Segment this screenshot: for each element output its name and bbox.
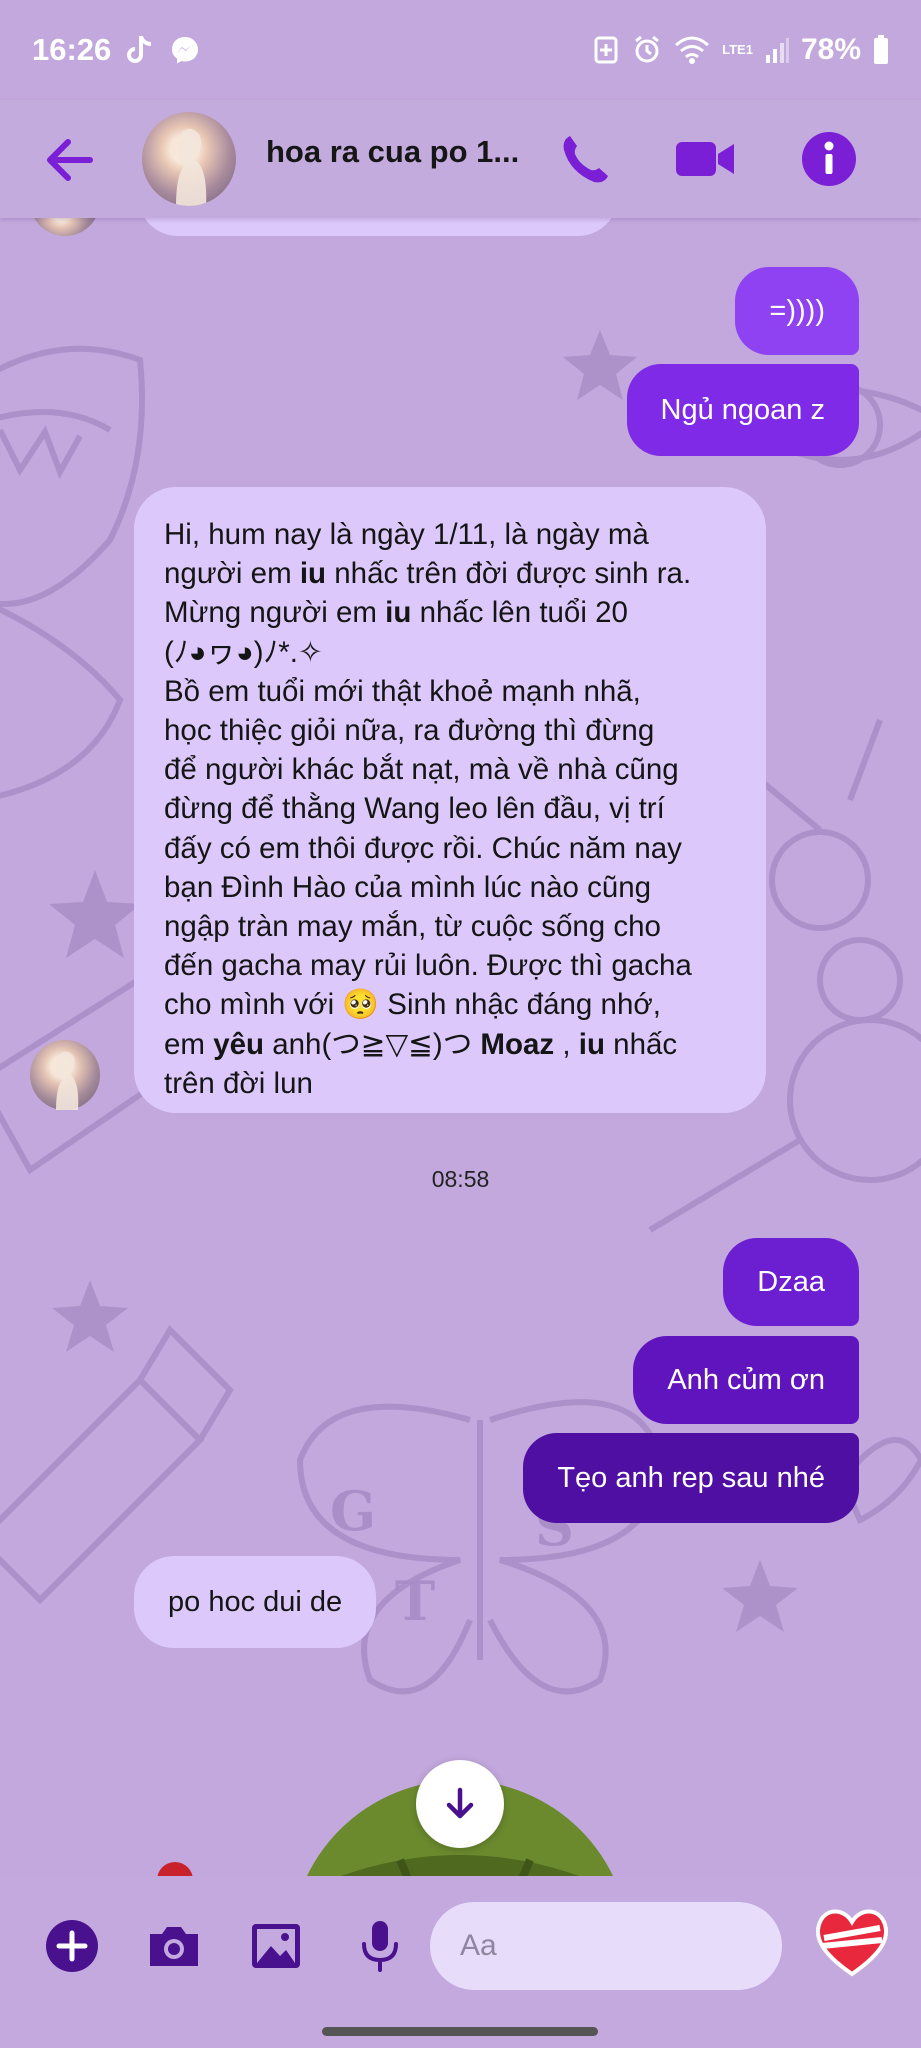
scroll-to-bottom-button[interactable]: [416, 1760, 504, 1848]
message-line: (ﾉ◕ヮ◕)ﾉ*.✧: [164, 635, 323, 669]
contact-avatar[interactable]: [142, 112, 236, 206]
message-text: po hoc dui de: [168, 1586, 343, 1618]
outgoing-message[interactable]: Ngủ ngoan z: [626, 364, 859, 456]
battery-icon: [873, 35, 889, 65]
signal-icon: [765, 37, 789, 63]
status-time: 16:26: [32, 32, 112, 67]
message-text: =)))): [769, 295, 825, 327]
message-input[interactable]: [430, 1902, 782, 1990]
battery-percent: 78%: [800, 33, 861, 66]
message-line: trên đời lun: [164, 1066, 313, 1100]
message-text: Ngủ ngoan z: [660, 394, 825, 426]
battery-saver-icon: [592, 35, 620, 65]
message-line: bạn Đình Hào của mình lúc nào cũng: [164, 870, 652, 904]
message-line: em yêu anh(つ≧▽≦)つ Moaz , iu nhấc: [164, 1027, 678, 1061]
conversation-header: hoa ra cua po 1...: [0, 100, 921, 218]
wifi-icon: [674, 36, 710, 64]
message-line: Mừng người em iu nhấc lên tuổi 20: [164, 596, 628, 630]
network-label: LTE1: [722, 42, 753, 57]
microphone-icon[interactable]: [350, 1916, 410, 1976]
outgoing-message[interactable]: Dzaa: [723, 1238, 859, 1326]
message-timestamp: 08:58: [431, 1166, 490, 1192]
phone-icon[interactable]: [552, 126, 618, 192]
message-line: đến gacha may rủi luôn. Được thì gacha: [164, 949, 692, 983]
add-icon[interactable]: [42, 1916, 102, 1976]
tiktok-icon: [125, 34, 155, 66]
message-line: ngập tràn may mắn, từ cuộc sống cho: [164, 910, 661, 944]
svg-text:T: T: [395, 1569, 435, 1633]
contact-avatar-small: [30, 1040, 100, 1110]
alarm-icon: [632, 35, 662, 65]
message-line: người em iu nhấc trên đời được sinh ra.: [164, 557, 692, 591]
message-line: đừng để thằng Wang leo lên đầu, vị trí: [164, 792, 665, 826]
outgoing-message[interactable]: Anh củm ơn: [633, 1336, 859, 1424]
incoming-message[interactable]: po hoc dui de: [134, 1556, 377, 1648]
video-call-icon[interactable]: [672, 126, 738, 192]
gallery-icon[interactable]: [246, 1916, 306, 1976]
message-text: Tẹo anh rep sau nhé: [557, 1462, 825, 1494]
message-line: Hi, hum nay là ngày 1/11, là ngày mà: [164, 518, 649, 551]
message-line: học thiệc giỏi nữa, ra đường thì đừng: [164, 714, 655, 748]
arrow-down-icon: [446, 1787, 474, 1819]
back-arrow-icon[interactable]: [40, 130, 100, 190]
message-line: đấy có em thôi được rồi. Chúc năm nay: [164, 831, 682, 865]
incoming-message[interactable]: Hi, hum nay là ngày 1/11, là ngày mà ngườ…: [134, 487, 766, 1113]
home-indicator: [322, 2027, 598, 2036]
contact-name[interactable]: hoa ra cua po 1...: [266, 134, 526, 170]
message-line: để người khác bắt nạt, mà về nhà cũng: [164, 753, 679, 787]
message-line: cho mình với 🥺 Sinh nhậc đáng nhớ,: [164, 988, 661, 1022]
outgoing-message[interactable]: Tẹo anh rep sau nhé: [523, 1433, 859, 1523]
heart-reaction-icon[interactable]: [810, 1900, 894, 1984]
message-line: Bồ em tuổi mới thật khoẻ mạnh nhã,: [164, 674, 641, 708]
message-text: Anh củm ơn: [667, 1364, 825, 1396]
message-composer: [0, 1876, 921, 2048]
outgoing-message[interactable]: =)))): [735, 267, 859, 355]
message-text: Dzaa: [757, 1266, 825, 1298]
camera-icon[interactable]: [144, 1916, 204, 1976]
status-bar: 16:26 LTE1 78%: [0, 0, 921, 100]
messenger-icon: [169, 34, 201, 66]
svg-text:G: G: [330, 1479, 376, 1543]
info-icon[interactable]: [796, 126, 862, 192]
